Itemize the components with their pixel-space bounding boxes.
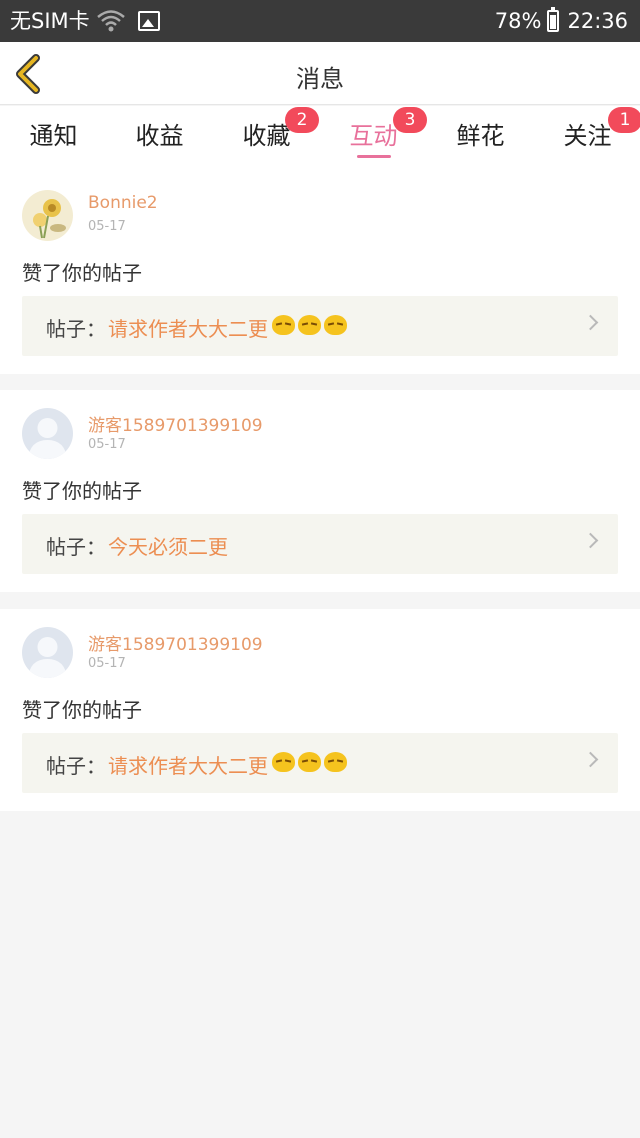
emoji-icon xyxy=(298,315,321,335)
nav-header: 消息 xyxy=(0,42,640,105)
tab-label: 通知 xyxy=(29,122,78,150)
tab-interaction[interactable]: 互动 3 xyxy=(320,107,427,166)
tab-follow[interactable]: 关注 1 xyxy=(534,107,640,166)
message-item: 游客1589701399109 05-17 赞了你的帖子 帖子： 今天必须二更 xyxy=(0,390,640,592)
message-date: 05-17 xyxy=(88,656,126,671)
tab-bar: 通知 收益 收藏 2 互动 3 鲜花 关注 1 xyxy=(0,106,640,172)
clock: 22:36 xyxy=(567,9,628,33)
page-title: 消息 xyxy=(296,65,344,93)
status-bar: 无SIM卡 78% 22:36 xyxy=(0,0,640,42)
avatar[interactable] xyxy=(22,627,73,678)
emoji-group xyxy=(272,752,350,772)
action-text: 赞了你的帖子 xyxy=(22,479,142,503)
tab-notice[interactable]: 通知 xyxy=(0,116,107,166)
tab-label: 收藏 xyxy=(242,122,291,150)
emoji-icon xyxy=(324,315,347,335)
post-label: 帖子： xyxy=(46,317,106,341)
message-item: Bonnie2 05-17 赞了你的帖子 帖子： 请求作者大大二更 xyxy=(0,172,640,374)
tab-badge: 1 xyxy=(608,107,640,133)
battery-icon xyxy=(547,7,560,32)
post-link[interactable]: 帖子： 今天必须二更 xyxy=(22,514,618,574)
post-title: 请求作者大大二更 xyxy=(108,754,268,778)
tab-badge: 3 xyxy=(393,107,427,133)
wifi-icon xyxy=(96,10,125,32)
emoji-icon xyxy=(272,752,295,772)
active-tab-indicator xyxy=(356,155,391,158)
tab-flowers[interactable]: 鲜花 xyxy=(427,116,534,166)
battery-percent: 78% xyxy=(494,9,542,33)
chevron-right-icon xyxy=(582,751,599,768)
post-title: 今天必须二更 xyxy=(108,535,228,559)
tab-earnings[interactable]: 收益 xyxy=(106,116,213,166)
chevron-right-icon xyxy=(582,314,599,331)
avatar[interactable] xyxy=(22,408,73,459)
emoji-icon xyxy=(324,752,347,772)
username[interactable]: Bonnie2 xyxy=(88,193,158,213)
username[interactable]: 游客1589701399109 xyxy=(88,411,263,436)
post-label: 帖子： xyxy=(46,535,106,559)
emoji-icon xyxy=(272,315,295,335)
tab-badge: 2 xyxy=(285,107,319,133)
message-date: 05-17 xyxy=(88,219,126,234)
emoji-icon xyxy=(298,752,321,772)
avatar[interactable] xyxy=(22,190,73,241)
tab-favorites[interactable]: 收藏 2 xyxy=(213,107,320,166)
tab-label: 互动 xyxy=(349,122,398,150)
tab-label: 鲜花 xyxy=(456,122,505,150)
chevron-right-icon xyxy=(582,532,599,549)
carrier-text: 无SIM卡 xyxy=(10,9,90,33)
action-text: 赞了你的帖子 xyxy=(22,698,142,722)
post-link[interactable]: 帖子： 请求作者大大二更 xyxy=(22,296,618,356)
message-item: 游客1589701399109 05-17 赞了你的帖子 帖子： 请求作者大大二… xyxy=(0,609,640,811)
message-date: 05-17 xyxy=(88,437,126,452)
tab-label: 收益 xyxy=(135,122,184,150)
post-label: 帖子： xyxy=(46,754,106,778)
username[interactable]: 游客1589701399109 xyxy=(88,630,263,655)
image-icon xyxy=(137,11,160,31)
post-title: 请求作者大大二更 xyxy=(108,317,268,341)
post-link[interactable]: 帖子： 请求作者大大二更 xyxy=(22,733,618,793)
tab-label: 关注 xyxy=(563,122,612,150)
action-text: 赞了你的帖子 xyxy=(22,261,142,285)
emoji-group xyxy=(272,315,350,335)
